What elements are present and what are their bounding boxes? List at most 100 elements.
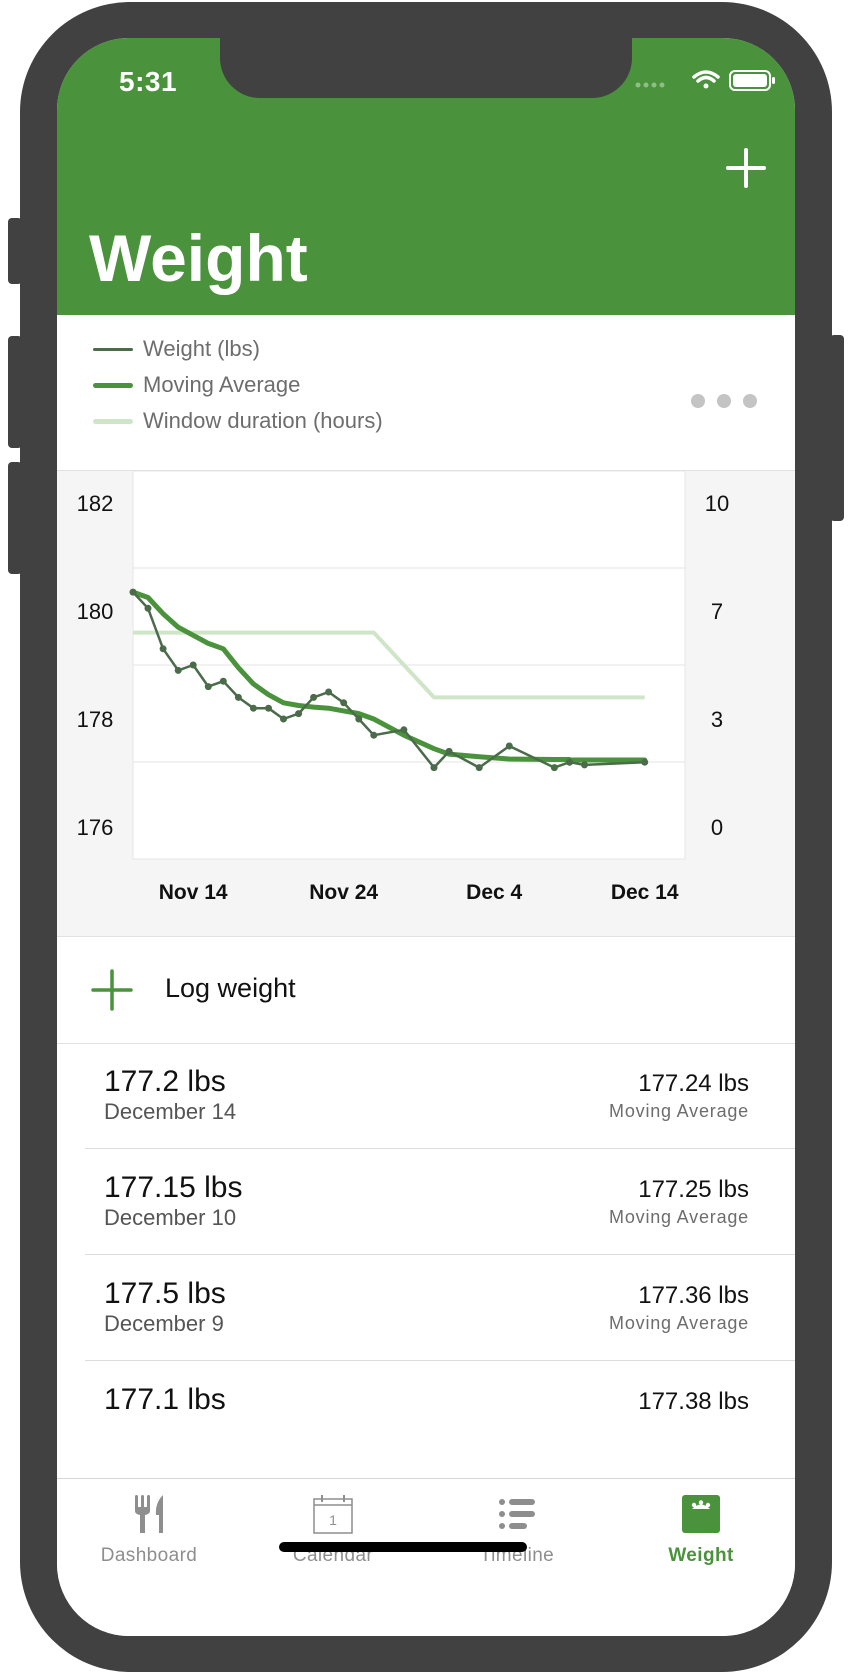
home-indicator — [279, 1542, 527, 1552]
legend-item-moving-average: Moving Average — [93, 370, 300, 400]
scale-icon — [682, 1495, 720, 1533]
weight-point — [174, 666, 182, 674]
legend-label: Weight (lbs) — [143, 336, 260, 361]
y-tick-label-left: 176 — [77, 815, 114, 840]
list-item[interactable]: 177.2 lbs December 14 177.24 lbs Moving … — [57, 1043, 795, 1149]
y-tick-label-left: 178 — [77, 707, 114, 732]
y-tick-label-right: 10 — [705, 491, 729, 516]
legend-swatch — [93, 382, 133, 388]
x-tick-label: Nov 24 — [309, 881, 378, 904]
entry-date: December 14 — [104, 1099, 237, 1124]
legend-item-window-duration: Window duration (hours) — [93, 406, 383, 436]
weight-point — [204, 683, 212, 691]
entry-moving-average-label: Moving Average — [609, 1313, 749, 1333]
battery-icon — [729, 70, 775, 91]
status-time: 5:31 — [119, 66, 178, 97]
volume-down-button — [8, 462, 22, 574]
legend-item-weight: Weight (lbs) — [93, 334, 260, 364]
tab-timeline[interactable]: Timeline — [425, 1479, 609, 1589]
entry-weight: 177.5 lbs — [104, 1277, 226, 1310]
weight-point — [295, 710, 303, 718]
legend-label: Moving Average — [143, 372, 301, 397]
weight-point — [445, 747, 453, 755]
legend-swatch — [93, 347, 133, 351]
weight-point — [280, 715, 287, 723]
chart-legend: Weight (lbs) Moving Average Window durat… — [57, 315, 795, 469]
calendar-icon-day: 1 — [329, 1512, 337, 1528]
entry-moving-average: 177.24 lbs — [638, 1070, 749, 1097]
header: 5:31 Weight — [57, 38, 795, 315]
tab-dashboard[interactable]: Dashboard — [57, 1479, 241, 1589]
weight-point — [340, 699, 348, 707]
y-tick-label-right: 3 — [711, 707, 723, 732]
calendar-icon: 1 — [313, 1495, 353, 1534]
tab-bar: Dashboard 1 Calendar Timeline Weight — [57, 1478, 795, 1636]
log-weight-label: Log weight — [165, 973, 296, 1003]
status-icons — [635, 70, 775, 91]
page-title: Weight — [89, 221, 308, 295]
entry-weight: 177.15 lbs — [104, 1171, 243, 1204]
weight-point — [581, 761, 588, 769]
y-tick-label-right: 7 — [711, 599, 723, 624]
wifi-icon — [692, 70, 720, 89]
volume-up-button — [8, 336, 22, 448]
weight-list: 177.2 lbs December 14 177.24 lbs Moving … — [57, 1043, 795, 1467]
weight-point — [550, 764, 558, 772]
weight-point — [355, 715, 363, 723]
weight-point — [566, 758, 573, 766]
weight-point — [159, 645, 167, 653]
tab-label: Weight — [668, 1545, 734, 1566]
weight-point — [265, 704, 272, 712]
entry-moving-average: 177.38 lbs — [638, 1388, 749, 1415]
list-item[interactable]: 177.15 lbs December 10 177.25 lbs Moving… — [57, 1149, 795, 1255]
weight-point — [189, 661, 197, 669]
entry-weight: 177.2 lbs — [104, 1065, 226, 1098]
y-tick-label-left: 182 — [77, 491, 114, 516]
entry-date: December 9 — [104, 1311, 224, 1336]
weight-point — [129, 588, 137, 596]
legend-swatch — [93, 418, 133, 424]
legend-label: Window duration (hours) — [143, 408, 383, 433]
x-tick-label: Dec 4 — [466, 881, 522, 904]
y-tick-label-right: 0 — [711, 815, 723, 840]
list-item[interactable]: 177.1 lbs 177.38 lbs — [57, 1361, 795, 1467]
weight-point — [249, 704, 257, 712]
x-tick-label: Dec 14 — [611, 881, 679, 904]
fork-knife-icon — [135, 1495, 163, 1533]
weight-point — [430, 764, 438, 772]
tab-calendar[interactable]: 1 Calendar — [241, 1479, 425, 1589]
entry-date: December 10 — [104, 1205, 237, 1230]
weight-point — [310, 693, 318, 701]
entry-moving-average: 177.36 lbs — [638, 1282, 749, 1309]
plus-icon — [91, 969, 133, 1011]
weight-point — [219, 677, 227, 685]
weight-point — [144, 604, 152, 612]
ellipsis-icon[interactable] — [691, 389, 757, 413]
weight-chart: 182 180 178 176 10 7 3 0 Nov 14 Nov 24 Dec 4 Dec … — [57, 470, 795, 937]
silent-switch — [8, 218, 22, 284]
screen: 5:31 Weight Weight (lbs) Moving Average … — [57, 38, 795, 1636]
signal-icon — [635, 82, 665, 88]
weight-point — [400, 726, 408, 734]
y-tick-label-left: 180 — [77, 599, 114, 624]
tab-weight[interactable]: Weight — [609, 1479, 793, 1589]
list-item[interactable]: 177.5 lbs December 9 177.36 lbs Moving A… — [57, 1255, 795, 1361]
chart-canvas: 182 180 178 176 10 7 3 0 Nov 14 Nov 24 Dec 4 Dec … — [77, 471, 729, 904]
x-tick-label: Nov 14 — [159, 881, 228, 904]
weight-point — [325, 688, 333, 696]
entry-moving-average: 177.25 lbs — [638, 1176, 749, 1203]
weight-point — [475, 764, 483, 772]
power-button — [830, 335, 844, 521]
weight-point — [234, 693, 242, 701]
entry-moving-average-label: Moving Average — [609, 1207, 749, 1227]
list-icon — [499, 1499, 535, 1529]
weight-point — [641, 758, 649, 766]
notch — [220, 38, 632, 98]
entry-moving-average-label: Moving Average — [609, 1101, 749, 1121]
tab-label: Dashboard — [100, 1545, 198, 1566]
log-weight-button[interactable]: Log weight — [57, 936, 795, 1044]
weight-point — [370, 731, 378, 739]
plus-icon[interactable] — [724, 146, 768, 190]
entry-weight: 177.1 lbs — [104, 1383, 226, 1416]
weight-point — [505, 742, 513, 750]
